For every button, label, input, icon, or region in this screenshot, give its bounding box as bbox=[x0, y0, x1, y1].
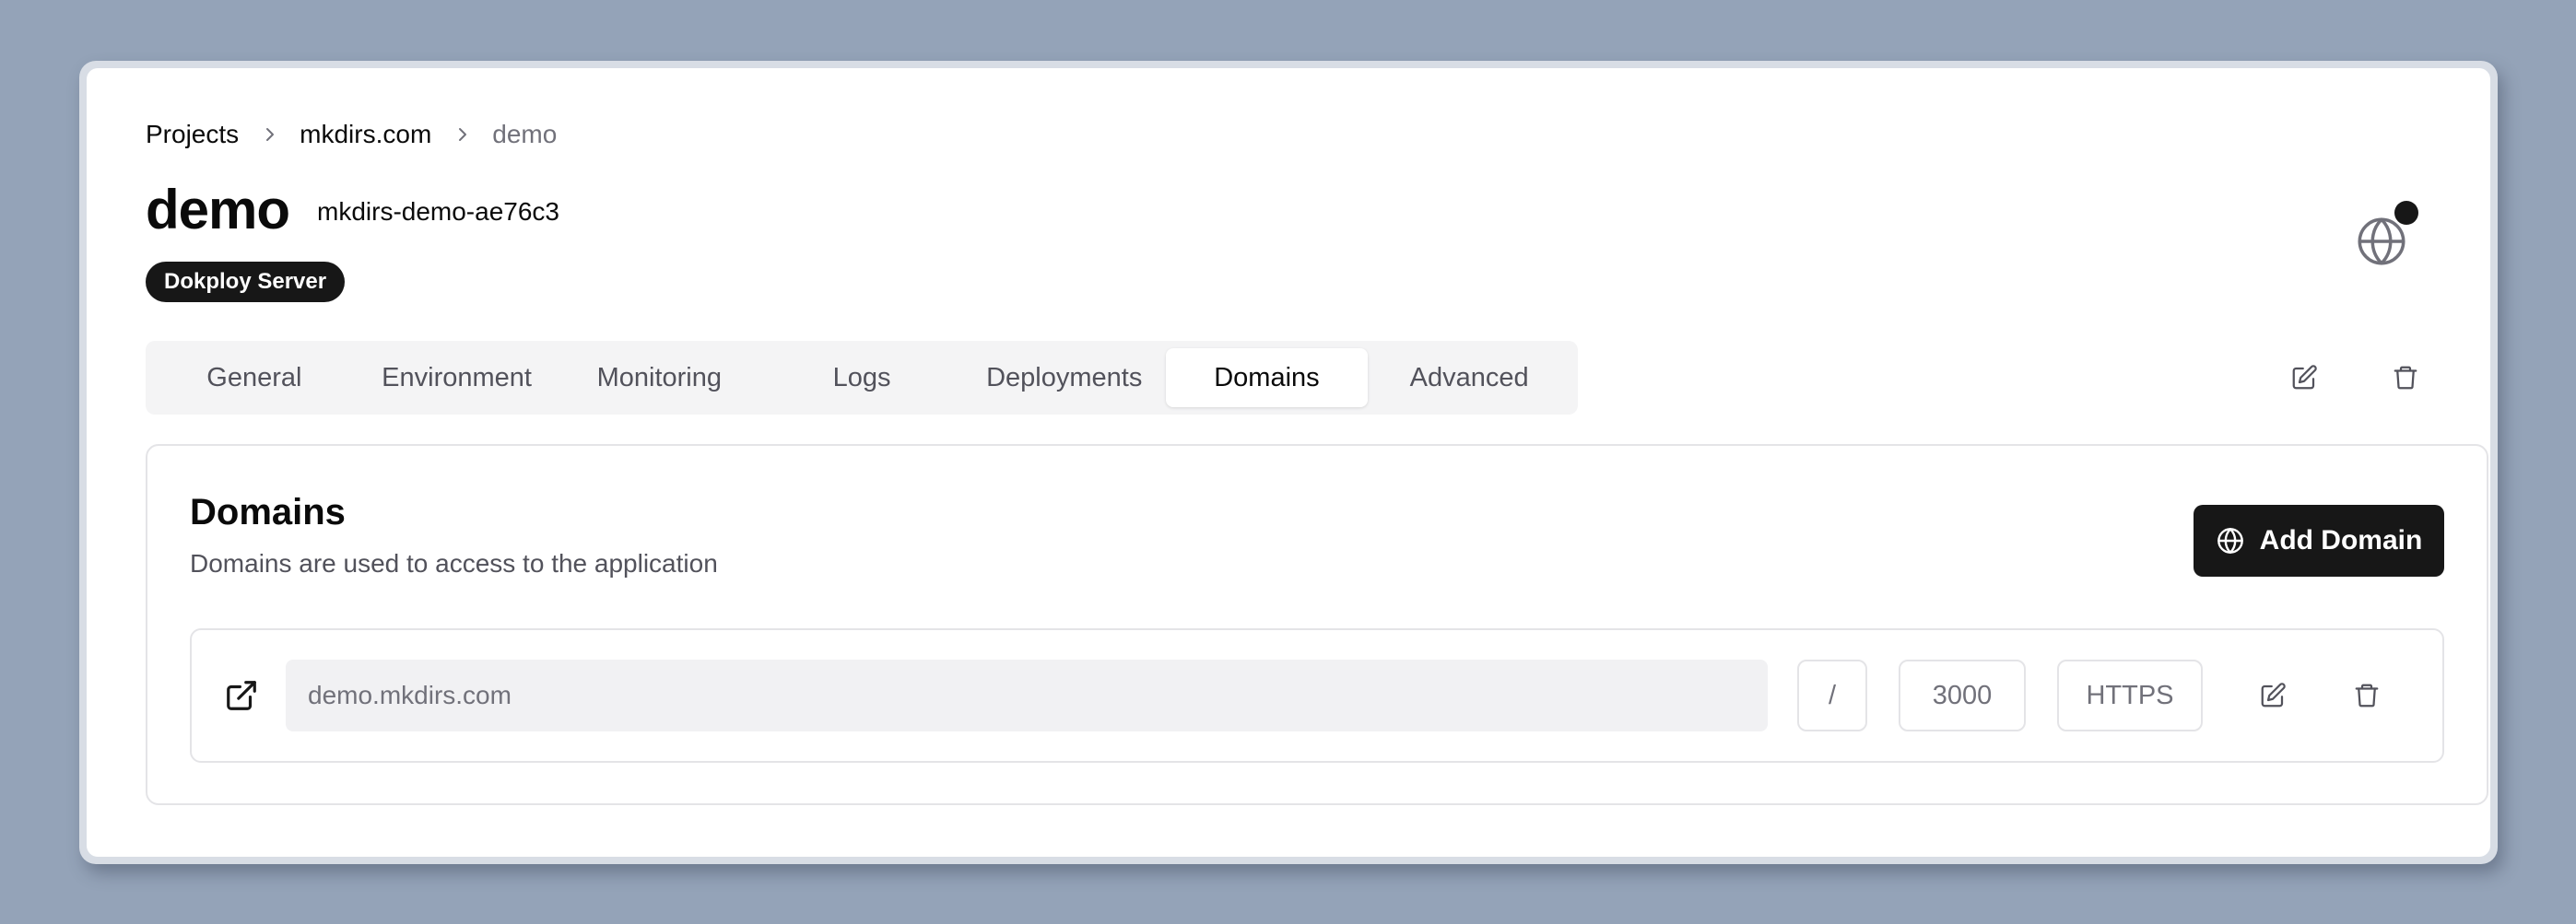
status-dot bbox=[2394, 201, 2418, 225]
add-domain-label: Add Domain bbox=[2259, 525, 2423, 556]
breadcrumb-project[interactable]: mkdirs.com bbox=[300, 120, 431, 149]
tab-domains[interactable]: Domains bbox=[1165, 348, 1369, 407]
trash-icon bbox=[2355, 684, 2379, 708]
trash-icon bbox=[2394, 366, 2417, 390]
add-domain-button[interactable]: Add Domain bbox=[2194, 505, 2444, 577]
breadcrumb-current: demo bbox=[492, 120, 558, 148]
domains-panel: Domains Domains are used to access to th… bbox=[146, 444, 2488, 805]
tab-logs[interactable]: Logs bbox=[760, 348, 963, 407]
edit-icon bbox=[2261, 683, 2286, 708]
page-title: demo bbox=[146, 179, 290, 240]
open-domain-button[interactable] bbox=[218, 672, 265, 719]
domain-protocol: HTTPS bbox=[2057, 660, 2203, 731]
server-badge: Dokploy Server bbox=[146, 262, 346, 302]
domain-port: 3000 bbox=[1899, 660, 2026, 731]
chevron-right-icon bbox=[455, 127, 470, 142]
app-name: mkdirs-demo-ae76c3 bbox=[317, 197, 559, 226]
breadcrumb-projects[interactable]: Projects bbox=[146, 120, 239, 149]
edit-domain-button[interactable] bbox=[2247, 670, 2299, 721]
tab-general[interactable]: General bbox=[153, 348, 356, 407]
globe-icon bbox=[2217, 528, 2243, 554]
delete-domain-button[interactable] bbox=[2341, 670, 2393, 721]
domains-description: Domains are used to access to the applic… bbox=[190, 549, 718, 578]
delete-application-button[interactable] bbox=[2380, 352, 2431, 404]
window-frame: Projects mkdirs.com demo demo mkdirs-dem… bbox=[79, 61, 2498, 864]
external-link-icon bbox=[227, 681, 256, 710]
tab-environment[interactable]: Environment bbox=[356, 348, 559, 407]
breadcrumb: Projects mkdirs.com demo bbox=[146, 116, 557, 153]
application-card: Projects mkdirs.com demo demo mkdirs-dem… bbox=[87, 68, 2490, 857]
domain-row: / 3000 HTTPS bbox=[190, 628, 2444, 763]
domain-path: / bbox=[1797, 660, 1867, 731]
domain-host-field[interactable] bbox=[286, 660, 1768, 731]
tab-advanced[interactable]: Advanced bbox=[1368, 348, 1570, 407]
edit-icon bbox=[2292, 365, 2317, 390]
edit-application-button[interactable] bbox=[2278, 352, 2330, 404]
tab-monitoring[interactable]: Monitoring bbox=[558, 348, 760, 407]
domains-title: Domains bbox=[190, 492, 346, 532]
tab-bar: General Environment Monitoring Logs Depl… bbox=[146, 341, 1578, 415]
chevron-right-icon bbox=[263, 127, 277, 142]
tab-deployments[interactable]: Deployments bbox=[963, 348, 1166, 407]
domain-status-indicator[interactable] bbox=[2354, 201, 2418, 269]
